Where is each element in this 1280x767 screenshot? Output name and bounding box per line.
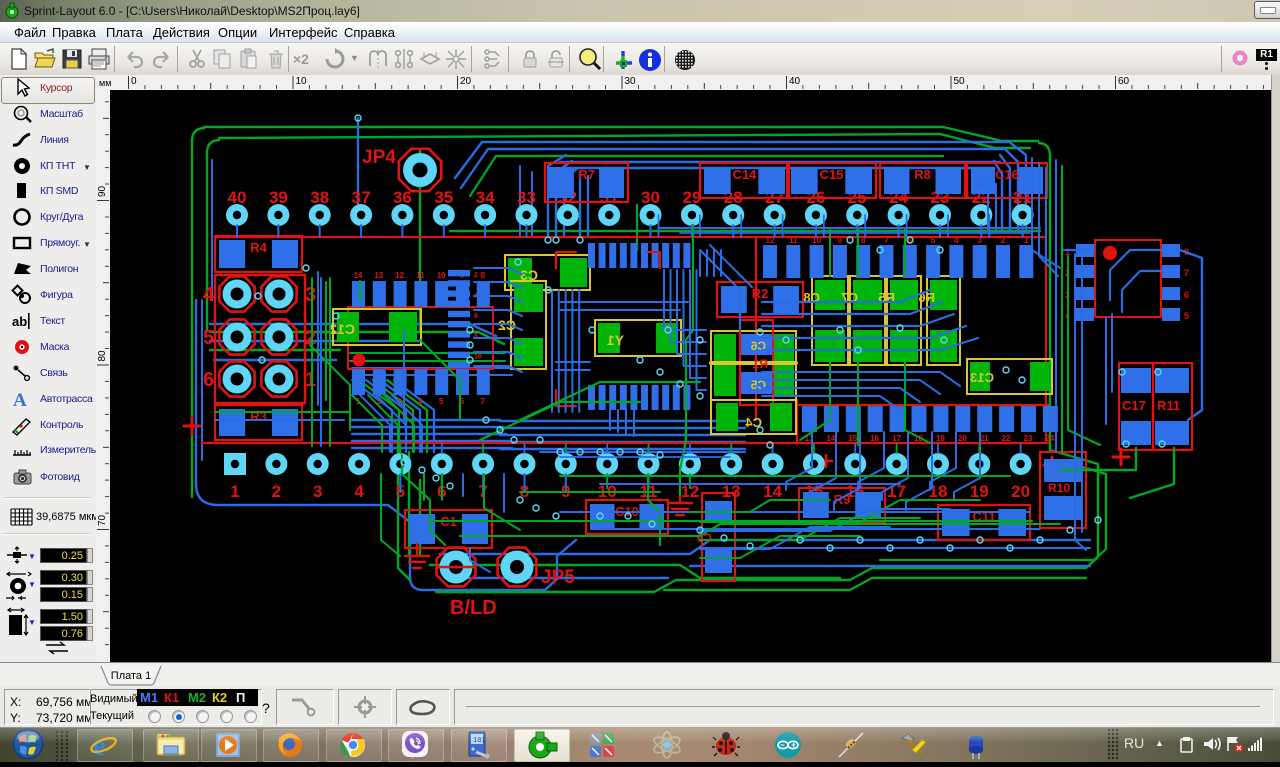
svg-text:20: 20 [958,434,967,443]
svg-text:10: 10 [296,76,308,87]
svg-text:8: 8 [481,271,486,280]
svg-text:15: 15 [848,434,857,443]
svg-text:4: 4 [418,397,423,406]
svg-text:17: 17 [892,434,901,443]
svg-text:0: 0 [131,76,137,87]
svg-text:мм: мм [99,78,111,88]
svg-text:C12: C12 [329,321,355,337]
svg-text:5: 5 [931,236,936,245]
svg-text:4: 4 [954,236,959,245]
svg-text:38: 38 [310,188,329,207]
svg-text:R10: R10 [1048,481,1070,495]
svg-text:4: 4 [203,284,215,306]
svg-text:6: 6 [1184,290,1189,300]
svg-text:4: 4 [354,482,364,501]
svg-text:13: 13 [374,271,383,280]
svg-text:101: 101 [473,737,486,745]
svg-text:R1: R1 [752,357,768,371]
svg-text:7: 7 [1184,268,1189,278]
svg-text:30: 30 [625,76,637,87]
svg-text:30: 30 [641,188,660,207]
svg-text:19: 19 [936,434,945,443]
svg-text:22: 22 [1002,434,1011,443]
svg-text:37: 37 [352,188,371,207]
svg-text:R2: R2 [752,286,769,301]
svg-text:6: 6 [474,313,478,320]
svg-text:1: 1 [1024,236,1029,245]
svg-text:20: 20 [460,76,472,87]
svg-text:Плата 1: Плата 1 [111,670,151,682]
svg-text:14: 14 [354,271,363,280]
svg-text:R8: R8 [914,167,931,182]
svg-text:B/LD: B/LD [450,597,497,619]
svg-text:C13: C13 [970,370,994,385]
svg-text:40: 40 [228,188,247,207]
svg-text:11: 11 [416,271,425,280]
svg-text:11: 11 [789,236,798,245]
svg-text:60: 60 [1118,76,1130,87]
svg-text:14: 14 [826,434,835,443]
svg-text:23: 23 [1024,434,1033,443]
svg-text:JP5: JP5 [541,567,575,588]
svg-text:9: 9 [838,236,843,245]
svg-text:29: 29 [682,188,701,207]
svg-text:R11: R11 [1157,398,1180,413]
svg-text:e: e [93,731,105,760]
svg-text:C14: C14 [733,167,758,182]
svg-text:2: 2 [1001,236,1006,245]
svg-text:50: 50 [954,76,966,87]
svg-text:2: 2 [474,272,478,279]
svg-text:19: 19 [970,482,989,501]
svg-text:16: 16 [870,434,879,443]
svg-text:5: 5 [1184,311,1189,321]
svg-text:R4: R4 [250,240,267,255]
svg-text:8: 8 [474,333,478,340]
svg-text:10: 10 [437,271,446,280]
svg-text:6: 6 [203,369,214,391]
svg-text:20: 20 [1011,482,1030,501]
svg-text:7: 7 [884,236,889,245]
svg-text:5: 5 [439,397,444,406]
svg-text:12: 12 [395,271,404,280]
svg-text:C17: C17 [1122,398,1146,413]
svg-text:R7: R7 [578,167,595,182]
svg-text:1: 1 [305,369,316,391]
svg-text:34: 34 [476,188,495,207]
svg-text:12: 12 [766,236,775,245]
svg-text:21: 21 [980,434,989,443]
svg-text:80: 80 [97,350,108,362]
svg-text:2: 2 [272,482,281,501]
svg-text:35: 35 [434,188,453,207]
svg-text:39: 39 [269,188,288,207]
svg-text:ab: ab [12,314,27,329]
svg-text:1: 1 [230,482,239,501]
svg-text:10: 10 [474,354,482,361]
svg-text:3: 3 [313,482,322,501]
svg-text:3: 3 [305,284,316,306]
svg-text:40: 40 [789,76,801,87]
svg-text:7: 7 [481,397,486,406]
svg-text:C16: C16 [995,167,1019,182]
svg-text:JP4: JP4 [362,147,396,168]
svg-text:Y1: Y1 [607,332,624,348]
svg-text:10: 10 [812,236,821,245]
svg-text:A: A [13,390,27,410]
svg-text:24: 24 [1045,434,1054,443]
svg-text:70: 70 [97,514,108,526]
svg-text:5: 5 [203,327,214,349]
svg-text:90: 90 [97,185,108,197]
svg-text:33: 33 [517,188,536,207]
svg-text:C15: C15 [820,167,844,182]
